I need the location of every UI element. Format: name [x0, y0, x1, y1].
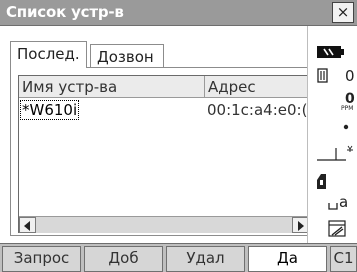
tab-dial[interactable]: Дозвон	[90, 44, 164, 67]
input-mode-letter: a	[339, 193, 349, 211]
instrument-icon	[317, 174, 326, 189]
horizontal-scrollbar[interactable]	[19, 216, 309, 233]
tab-recent[interactable]: Послед.	[10, 41, 87, 68]
prism-icon	[317, 68, 328, 83]
arrow-right-icon	[298, 221, 304, 231]
arrow-left-icon	[24, 221, 30, 231]
device-table: Имя устр-ва Адрес *W610i 00:1c:a4:e0:(	[18, 75, 309, 233]
tilt-icon	[317, 145, 353, 161]
prism-constant-value: 0	[345, 67, 355, 85]
input-mode-bracket-icon	[328, 203, 338, 210]
status-sidebar: 0 0 PPM a	[307, 26, 357, 243]
delete-button[interactable]: Удал	[166, 246, 245, 272]
add-button[interactable]: Доб	[84, 246, 163, 272]
window-title: Список устр-в	[6, 3, 124, 21]
c1-button[interactable]: C1	[330, 246, 357, 272]
table-header: Имя устр-ва Адрес	[19, 76, 309, 98]
main-area: Послед. Дозвон Имя устр-ва Адрес *W610i …	[0, 26, 309, 243]
device-name: *W610i	[19, 100, 80, 120]
battery-icon	[317, 46, 344, 58]
dot-icon	[343, 124, 349, 130]
column-header-address[interactable]: Адрес	[205, 76, 309, 98]
table-row[interactable]: *W610i 00:1c:a4:e0:(	[19, 100, 309, 122]
request-button[interactable]: Запрос	[2, 246, 81, 272]
yes-button[interactable]: Да	[248, 246, 327, 272]
column-header-name[interactable]: Имя устр-ва	[19, 76, 205, 98]
function-key-bar: Запрос Доб Удал Да C1	[0, 243, 357, 272]
tab-panel: Имя устр-ва Адрес *W610i 00:1c:a4:e0:(	[10, 67, 309, 236]
ppm-unit: PPM	[341, 105, 354, 112]
title-bar: Список устр-в ×	[0, 0, 357, 26]
device-address-cell: 00:1c:a4:e0:(	[207, 101, 308, 119]
memory-card-icon	[328, 220, 346, 237]
scroll-left-button[interactable]	[19, 217, 36, 233]
device-name-cell: *W610i	[19, 100, 80, 120]
close-button[interactable]: ×	[332, 2, 354, 23]
